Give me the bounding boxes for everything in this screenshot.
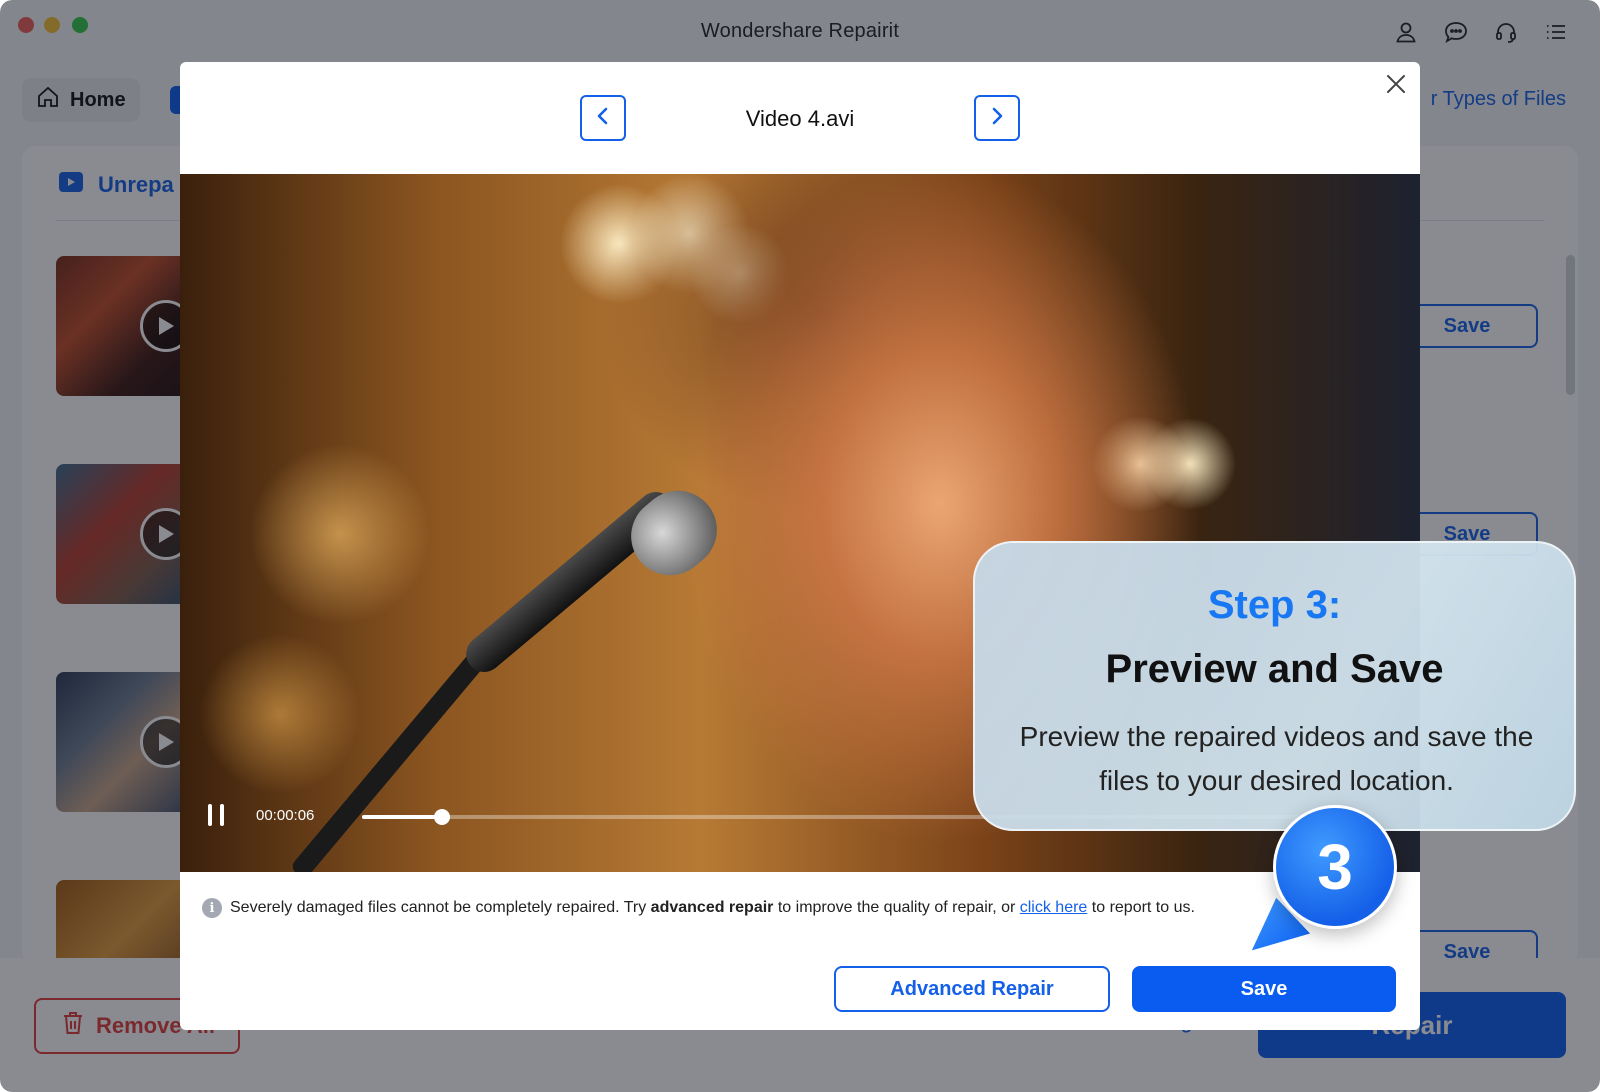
report-link[interactable]: click here xyxy=(1020,899,1088,916)
step-description: Preview the repaired videos and save the… xyxy=(1019,721,1534,796)
video-frame-detail xyxy=(615,474,733,592)
save-button[interactable]: Save xyxy=(1132,966,1396,1012)
notice-text: Severely damaged files cannot be complet… xyxy=(230,899,1195,916)
info-icon: i xyxy=(202,898,222,918)
playback-time: 00:00:06 xyxy=(256,806,315,824)
repair-notice: i Severely damaged files cannot be compl… xyxy=(202,898,1195,918)
step-number-badge: 3 xyxy=(1273,805,1397,929)
seek-bar-progress xyxy=(362,815,442,819)
seek-bar-handle[interactable] xyxy=(434,809,450,825)
next-video-button[interactable] xyxy=(974,95,1020,141)
modal-header: Video 4.avi xyxy=(180,62,1420,174)
chevron-right-icon xyxy=(990,106,1004,131)
step-label: Step 3: xyxy=(1207,583,1342,627)
close-icon[interactable] xyxy=(1382,70,1410,98)
advanced-repair-button[interactable]: Advanced Repair xyxy=(834,966,1110,1012)
step-callout: Step 3: Preview and Save Preview the rep… xyxy=(973,541,1576,831)
video-frame-detail xyxy=(289,637,498,872)
step-title: Preview and Save xyxy=(1105,647,1444,691)
previous-video-button[interactable] xyxy=(580,95,626,141)
video-title: Video 4.avi xyxy=(745,106,855,131)
player-controls: 00:00:06 xyxy=(208,804,1362,826)
chevron-left-icon xyxy=(596,106,610,131)
pause-icon[interactable] xyxy=(208,804,228,826)
